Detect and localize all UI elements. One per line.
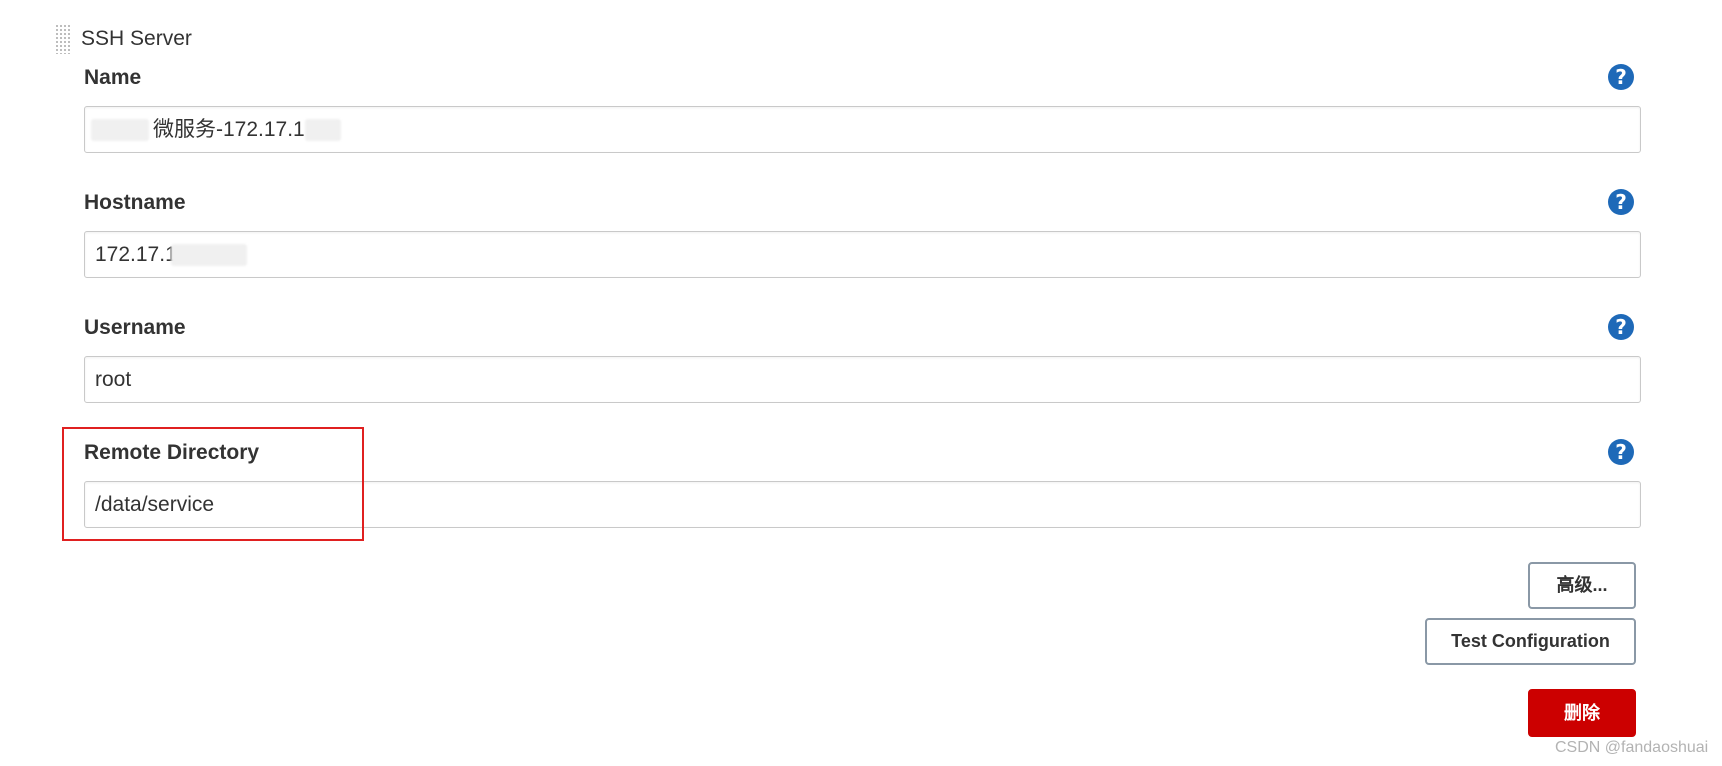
delete-button[interactable]: 删除 — [1528, 689, 1636, 737]
test-configuration-button[interactable]: Test Configuration — [1425, 618, 1636, 665]
name-label: Name — [84, 66, 142, 89]
remote-directory-help-icon[interactable]: ? — [1608, 439, 1634, 465]
watermark: CSDN @fandaoshuai — [1555, 739, 1709, 756]
section-header: SSH Server — [55, 24, 192, 54]
ssh-server-config-panel: SSH Server Name ? 微服务-172.17.1 Hostname … — [0, 0, 1722, 766]
username-input[interactable]: root — [84, 356, 1641, 403]
name-input[interactable]: 微服务-172.17.1 — [84, 106, 1641, 153]
advanced-button[interactable]: 高级... — [1528, 562, 1636, 609]
redacted-text — [170, 244, 247, 267]
redacted-text — [304, 119, 341, 142]
hostname-input[interactable]: 172.17.1 — [84, 231, 1641, 278]
redacted-text — [91, 119, 149, 142]
username-label: Username — [84, 316, 186, 339]
highlight-annotation-box — [62, 427, 364, 541]
section-title: SSH Server — [81, 27, 192, 50]
hostname-input-value: 172.17.1 — [95, 243, 177, 266]
name-input-value: 微服务-172.17.1 — [153, 118, 305, 141]
drag-handle-icon[interactable] — [55, 24, 71, 54]
name-help-icon[interactable]: ? — [1608, 64, 1634, 90]
hostname-label: Hostname — [84, 191, 186, 214]
username-help-icon[interactable]: ? — [1608, 314, 1634, 340]
hostname-help-icon[interactable]: ? — [1608, 189, 1634, 215]
